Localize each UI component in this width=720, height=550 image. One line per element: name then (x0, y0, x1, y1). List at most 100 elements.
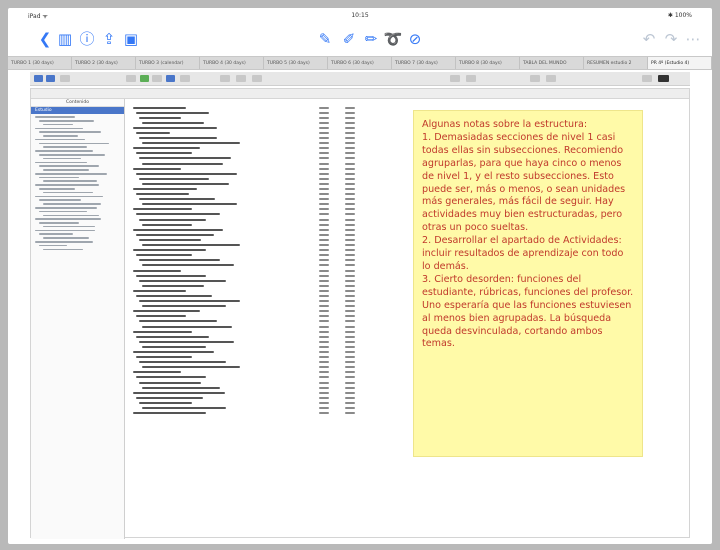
sidebar-outline-line[interactable] (43, 123, 73, 126)
tab-6[interactable]: TURBO 6 (30 days) (328, 57, 392, 69)
tab-8[interactable]: TURBO 8 (30 days) (456, 57, 520, 69)
undo-icon[interactable]: ↶ (638, 28, 660, 50)
toolbar-button[interactable] (530, 75, 540, 82)
sidebar-outline-line[interactable] (35, 138, 85, 141)
sidebar-outline-line[interactable] (39, 119, 94, 122)
sidebar-outline-line[interactable] (43, 146, 87, 149)
sidebar-outline-line[interactable] (35, 150, 93, 152)
toolbar-button[interactable] (466, 75, 476, 82)
sidebar-outline-line[interactable] (35, 161, 87, 164)
outline-row-value (345, 147, 355, 150)
sidebar-outline-line[interactable] (39, 199, 81, 201)
toolbar-button[interactable] (46, 75, 55, 82)
sidebar-outline-line[interactable] (35, 127, 83, 130)
toolbar-button[interactable] (450, 75, 460, 82)
tab-4[interactable]: TURBO 4 (30 days) (200, 57, 264, 69)
sidebar-outline-line[interactable] (35, 116, 75, 118)
toolbar-button[interactable] (546, 75, 556, 82)
outline-row-value (345, 188, 355, 190)
tab-3[interactable]: TURBO 3 (calendar) (136, 57, 200, 69)
outline-row-label (133, 330, 192, 333)
sidebar-toggle-icon[interactable]: ▥ (54, 28, 76, 50)
toolbar-button[interactable] (126, 75, 136, 82)
tab-2[interactable]: TURBO 2 (30 days) (72, 57, 136, 69)
outline-row-value (319, 381, 329, 384)
outline-row-value (345, 218, 355, 221)
sidebar-outline-line[interactable] (35, 206, 97, 209)
info-icon[interactable]: ⓘ (76, 28, 98, 50)
outline-row-value (345, 193, 355, 196)
toolbar-button[interactable] (152, 75, 162, 82)
toolbar-button[interactable] (658, 75, 669, 82)
sidebar-outline-line[interactable] (35, 172, 107, 175)
highlighter-tool-icon[interactable]: ✐ (338, 28, 360, 50)
eraser-tool-icon[interactable]: ⊘ (404, 28, 426, 50)
redo-icon[interactable]: ↷ (660, 28, 682, 50)
toolbar-button[interactable] (34, 75, 43, 82)
outline-row-value (319, 401, 329, 404)
sidebar-outline-line[interactable] (43, 135, 78, 137)
sidebar-outline-line[interactable] (43, 237, 89, 239)
outline-row-value (345, 152, 355, 155)
sidebar-outline-line[interactable] (35, 240, 93, 243)
sidebar-outline-line[interactable] (35, 184, 99, 186)
back-chevron-icon[interactable]: ❮ (34, 28, 56, 50)
outline-row-label (136, 376, 206, 379)
sidebar-outline-line[interactable] (39, 222, 79, 224)
outline-row-value (319, 340, 329, 343)
outline-row-label (139, 198, 215, 201)
sidebar-outline-line[interactable] (39, 131, 101, 133)
sidebar-outline-line[interactable] (39, 154, 105, 156)
sidebar-outline-line[interactable] (43, 157, 81, 160)
tab-10[interactable]: RESUMEN estudio 2 (584, 57, 648, 69)
tab-5[interactable]: TURBO 5 (30 days) (264, 57, 328, 69)
sidebar-outline-line[interactable] (43, 191, 93, 194)
sidebar-item-active[interactable]: Estudio (31, 107, 124, 114)
toolbar-button[interactable] (252, 75, 262, 82)
sidebar-outline-line[interactable] (39, 165, 99, 167)
toolbar-button[interactable] (642, 75, 652, 82)
outline-header-bar (31, 89, 689, 99)
outline-row-value (345, 172, 355, 175)
more-icon[interactable]: ⋯ (682, 28, 704, 50)
sidebar-outline-line[interactable] (39, 188, 75, 190)
toolbar-button[interactable] (220, 75, 230, 82)
sticky-note[interactable]: Algunas notas sobre la estructura: 1. De… (413, 110, 643, 457)
tab-1[interactable]: TURBO 1 (30 days) (8, 57, 72, 69)
outline-row-value (319, 407, 329, 410)
page-thumbnail-icon[interactable]: ▣ (120, 28, 142, 50)
outline-row-value (345, 284, 355, 287)
share-icon[interactable]: ⇪ (98, 28, 120, 50)
lasso-tool-icon[interactable]: ➰ (382, 28, 404, 50)
toolbar-button[interactable] (180, 75, 190, 82)
sidebar-outline-line[interactable] (35, 195, 103, 198)
sidebar-outline-line[interactable] (43, 169, 89, 171)
sidebar-outline-line[interactable] (43, 180, 97, 183)
outline-row-value (319, 284, 329, 287)
sidebar-outline-line[interactable] (43, 248, 83, 251)
sidebar-outline-line[interactable] (39, 142, 109, 145)
outline-row[interactable] (131, 411, 381, 416)
toolbar-button[interactable] (140, 75, 149, 82)
sidebar-outline-line[interactable] (43, 214, 99, 217)
tab-7[interactable]: TURBO 7 (30 days) (392, 57, 456, 69)
sidebar-outline-line[interactable] (39, 244, 67, 247)
sidebar-outline-line[interactable] (35, 229, 95, 232)
tab-11[interactable]: PR 4º (Estudio 4) (648, 57, 712, 69)
toolbar-button[interactable] (60, 75, 70, 82)
sidebar-outline-line[interactable] (39, 210, 87, 213)
sidebar-outline-line[interactable] (39, 233, 73, 235)
pencil-tool-icon[interactable]: ✏ (360, 28, 382, 50)
sidebar-outline-line[interactable] (35, 218, 101, 220)
tab-9[interactable]: TABLA DEL MUNDO (520, 57, 584, 69)
sidebar-outline-line[interactable] (43, 225, 95, 228)
outline-row-value (345, 289, 355, 292)
sidebar-outline-line[interactable] (43, 203, 101, 205)
pen-tool-icon[interactable]: ✎ (314, 28, 336, 50)
toolbar-button[interactable] (166, 75, 175, 82)
outline-row-label (133, 412, 206, 415)
sidebar-outline-line[interactable] (39, 176, 79, 179)
toolbar-button[interactable] (236, 75, 246, 82)
outline-row-value (319, 249, 329, 252)
outline-row-value (319, 244, 329, 247)
